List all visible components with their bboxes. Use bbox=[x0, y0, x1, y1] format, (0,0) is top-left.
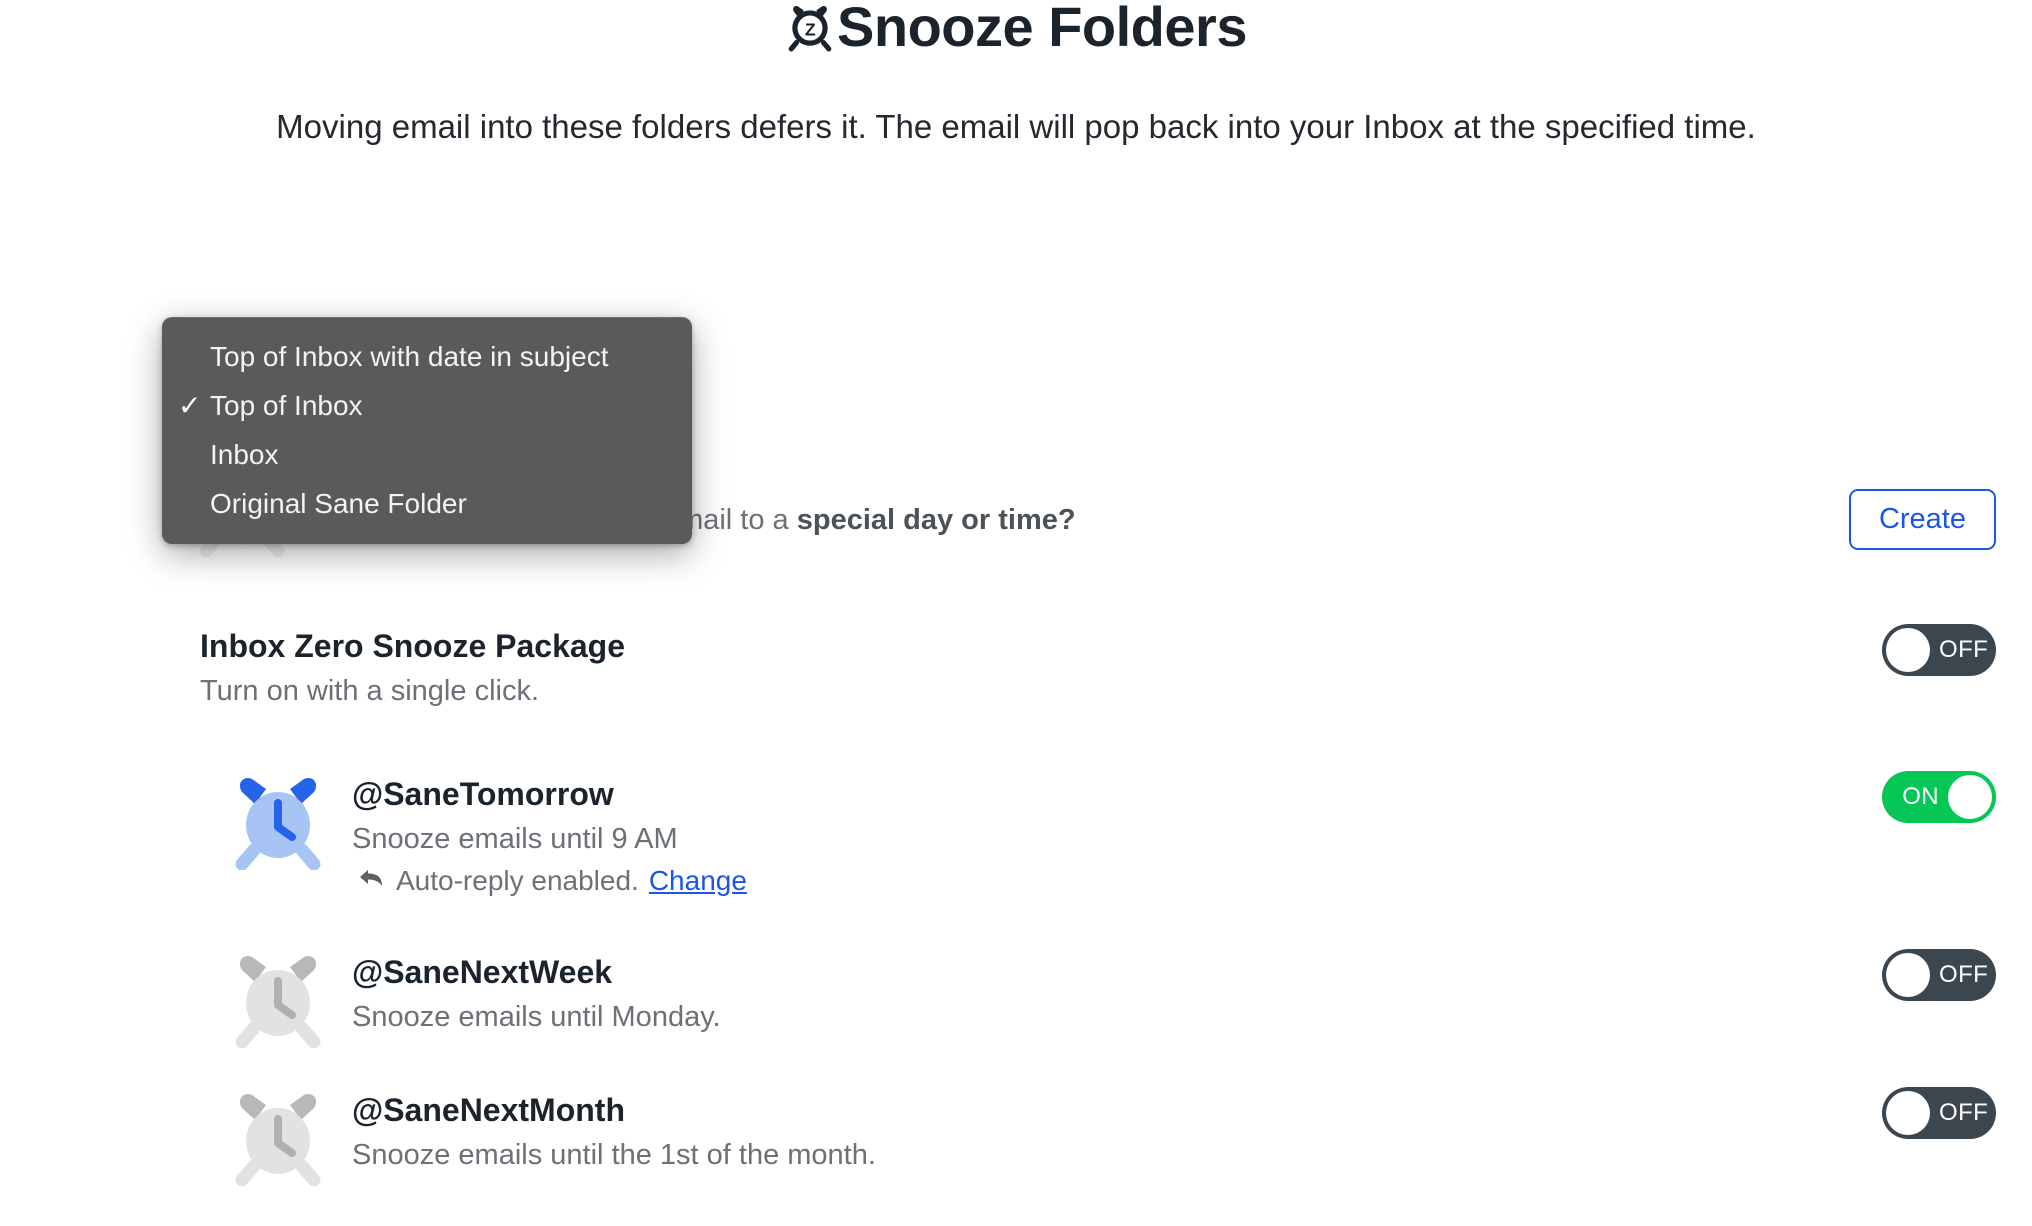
checkmark-icon: ✓ bbox=[178, 389, 202, 421]
create-button[interactable]: Create bbox=[1848, 489, 1996, 551]
alarm-clock-icon bbox=[228, 948, 328, 1053]
dropdown-item-top-of-inbox[interactable]: ✓ Top of Inbox bbox=[162, 381, 692, 430]
toggle-knob bbox=[1886, 1091, 1930, 1135]
toggle-knob bbox=[1886, 953, 1930, 997]
popback-destination-dropdown-menu[interactable]: Top of Inbox with date in subject ✓ Top … bbox=[162, 317, 692, 544]
inbox-zero-package-subtitle: Turn on with a single click. bbox=[200, 675, 540, 707]
toggle-state-label: OFF bbox=[1939, 1099, 1989, 1126]
toggle-knob bbox=[1886, 628, 1930, 672]
toggle-state-label: OFF bbox=[1939, 636, 1989, 663]
folder-toggle-sanenextmonth[interactable]: OFF bbox=[1882, 1087, 1996, 1139]
toggle-state-label: ON bbox=[1902, 783, 1939, 810]
snooze-folders-page: Z Snooze Folders Moving email into these… bbox=[0, 0, 2032, 1226]
change-auto-reply-link[interactable]: Change bbox=[649, 865, 747, 897]
dropdown-item-label: Top of Inbox with date in subject bbox=[210, 340, 609, 372]
folder-description: Snooze emails until 9 AM bbox=[352, 823, 678, 855]
alarm-clock-snooze-emoji-icon: Z bbox=[785, 0, 835, 65]
page-title: Z Snooze Folders bbox=[0, 0, 2032, 65]
page-title-text: Snooze Folders bbox=[837, 0, 1247, 58]
dropdown-item-top-of-inbox-with-date[interactable]: Top of Inbox with date in subject bbox=[162, 332, 692, 381]
reply-arrow-icon bbox=[358, 866, 386, 896]
folder-description: Snooze emails until the 1st of the month… bbox=[352, 1139, 876, 1171]
inbox-zero-package-title: Inbox Zero Snooze Package bbox=[200, 628, 625, 664]
auto-reply-text: Auto-reply enabled. bbox=[396, 865, 639, 896]
folder-name: @SaneTomorrow bbox=[352, 776, 614, 812]
dropdown-item-original-sane-folder[interactable]: Original Sane Folder bbox=[162, 479, 692, 528]
dropdown-item-inbox[interactable]: Inbox bbox=[162, 430, 692, 479]
alarm-clock-icon bbox=[228, 770, 328, 875]
toggle-knob bbox=[1948, 775, 1992, 819]
folder-description: Snooze emails until Monday. bbox=[352, 1001, 721, 1033]
auto-reply-note: Auto-reply enabled. Change bbox=[358, 865, 747, 897]
folder-toggle-sanetomorrow[interactable]: ON bbox=[1882, 771, 1996, 823]
folder-toggle-sanenextweek[interactable]: OFF bbox=[1882, 949, 1996, 1001]
folder-name: @SaneNextMonth bbox=[352, 1092, 625, 1128]
dropdown-item-label: Inbox bbox=[210, 438, 279, 470]
svg-text:Z: Z bbox=[805, 19, 816, 39]
alarm-clock-icon bbox=[228, 1086, 328, 1191]
special-day-prompt-bold: special day or time? bbox=[796, 504, 1076, 536]
toggle-state-label: OFF bbox=[1939, 961, 1989, 988]
dropdown-item-label: Top of Inbox bbox=[210, 389, 363, 421]
page-subtitle: Moving email into these folders defers i… bbox=[276, 108, 1756, 145]
inbox-zero-package-toggle[interactable]: OFF bbox=[1882, 624, 1996, 676]
folder-name: @SaneNextWeek bbox=[352, 954, 613, 990]
dropdown-item-label: Original Sane Folder bbox=[210, 487, 467, 519]
